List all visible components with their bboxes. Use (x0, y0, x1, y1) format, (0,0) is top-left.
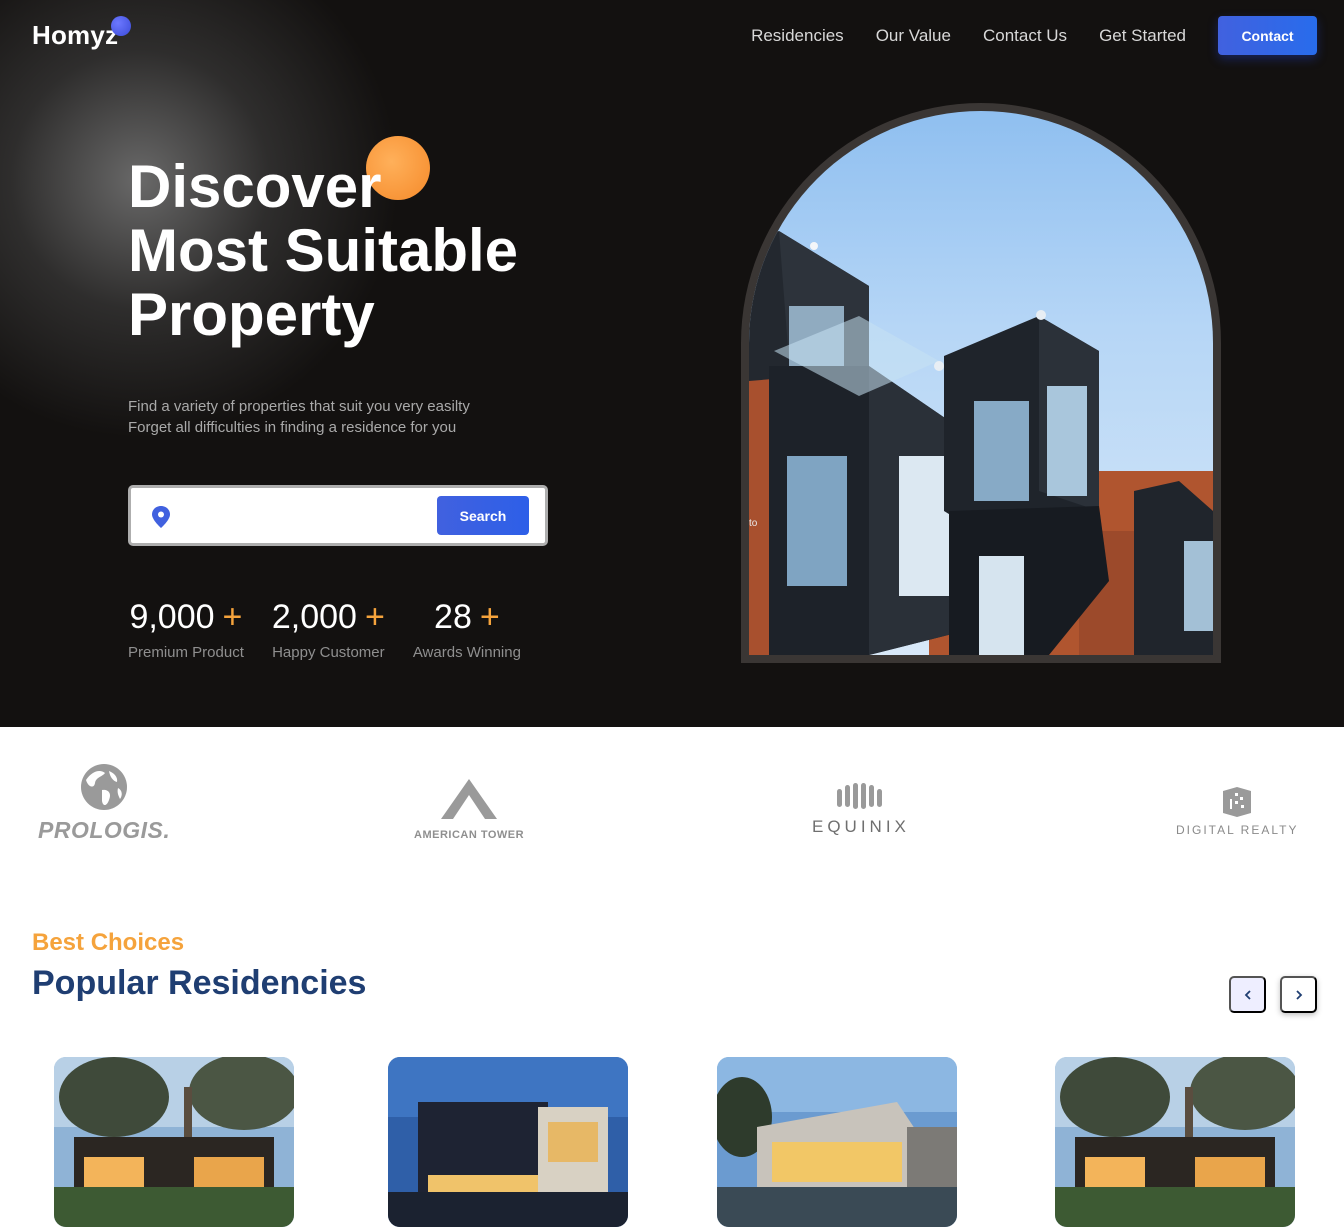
stat-label: Awards Winning (412, 644, 521, 661)
tower-icon (441, 779, 498, 819)
section-eyebrow: Best Choices (32, 929, 185, 956)
chevron-right-icon (1295, 989, 1302, 1000)
stat-plus: + (479, 598, 500, 636)
hero-subtitle-line-2: Forget all difficulties in finding a res… (128, 419, 457, 436)
hero-title: Discover Most Suitable Property (128, 155, 518, 347)
stats-row: 9,000 + Premium Product 2,000 + Happy Cust… (128, 596, 521, 663)
section-title: Popular Residencies (32, 964, 367, 1002)
hero-subtitle-line-1: Find a variety of properties that suit y… (128, 398, 470, 415)
residency-image (54, 1057, 294, 1227)
partner-equinix: EQUINIX (812, 783, 910, 837)
partner-digital-realty-name: DIGITAL REALTY (1176, 823, 1299, 837)
contact-button[interactable]: Contact (1218, 16, 1317, 55)
digital-realty-icon (1223, 787, 1252, 817)
logo-dot (111, 16, 131, 36)
partner-prologis-name: PROLOGIS. (38, 817, 171, 843)
residency-image (717, 1057, 957, 1227)
stat-awards-winning: 28 + Awards Winning (413, 596, 521, 663)
main-nav: Residencies Our Value Contact Us Get Sta… (751, 25, 1186, 47)
search-bar: Search (128, 485, 548, 546)
residency-image (1055, 1057, 1295, 1227)
stat-number: 28 (434, 598, 472, 636)
globe-icon (81, 764, 128, 810)
stat-plus: + (364, 598, 385, 636)
stat-premium-product: 9,000 + Premium Product (128, 596, 244, 663)
stat-number: 9,000 (129, 598, 215, 636)
stat-number: 2,000 (271, 598, 357, 636)
hero-image-frame: to (741, 103, 1221, 663)
nav-get-started[interactable]: Get Started (1099, 25, 1186, 47)
search-button[interactable]: Search (437, 496, 529, 535)
hero-image: to (749, 111, 1213, 655)
nav-residencies[interactable]: Residencies (751, 25, 844, 47)
residency-card[interactable] (717, 1057, 957, 1227)
nav-contact-us[interactable]: Contact Us (983, 25, 1067, 47)
residency-card[interactable] (54, 1057, 294, 1227)
hero-title-line-3: Property (128, 281, 375, 348)
stat-plus: + (222, 598, 243, 636)
partner-american-tower-name: AMERICAN TOWER (414, 829, 525, 841)
location-pin-icon (152, 506, 170, 528)
hero-title-line-2: Most Suitable (128, 217, 519, 284)
residency-card[interactable] (1055, 1057, 1295, 1227)
image-caption: to (749, 518, 758, 529)
stat-label: Happy Customer (272, 644, 385, 661)
prev-button[interactable] (1229, 976, 1266, 1013)
stat-happy-customer: 2,000 + Happy Customer (272, 596, 385, 663)
chevron-left-icon (1244, 989, 1251, 1000)
hero-title-line-1: Discover (128, 153, 382, 220)
partner-prologis: PROLOGIS. (38, 763, 170, 844)
partner-american-tower: AMERICAN TOWER (414, 779, 524, 841)
equinix-icon (836, 783, 882, 809)
hero-section: Homyz Residencies Our Value Contact Us G… (0, 0, 1344, 727)
next-button[interactable] (1280, 976, 1317, 1013)
nav-our-value[interactable]: Our Value (876, 25, 951, 47)
stat-label: Premium Product (128, 644, 244, 661)
search-input[interactable] (183, 502, 433, 532)
logo[interactable]: Homyz (32, 20, 118, 51)
building-illustration (749, 231, 1213, 655)
hero-subtitle: Find a variety of properties that suit y… (128, 396, 470, 438)
residency-image (388, 1057, 628, 1227)
partner-equinix-name: EQUINIX (812, 817, 910, 836)
partner-logos: PROLOGIS. AMERICAN TOWER EQUINIX DIGITAL… (0, 727, 1344, 887)
partner-digital-realty: DIGITAL REALTY (1176, 787, 1298, 837)
residency-card[interactable] (388, 1057, 628, 1227)
